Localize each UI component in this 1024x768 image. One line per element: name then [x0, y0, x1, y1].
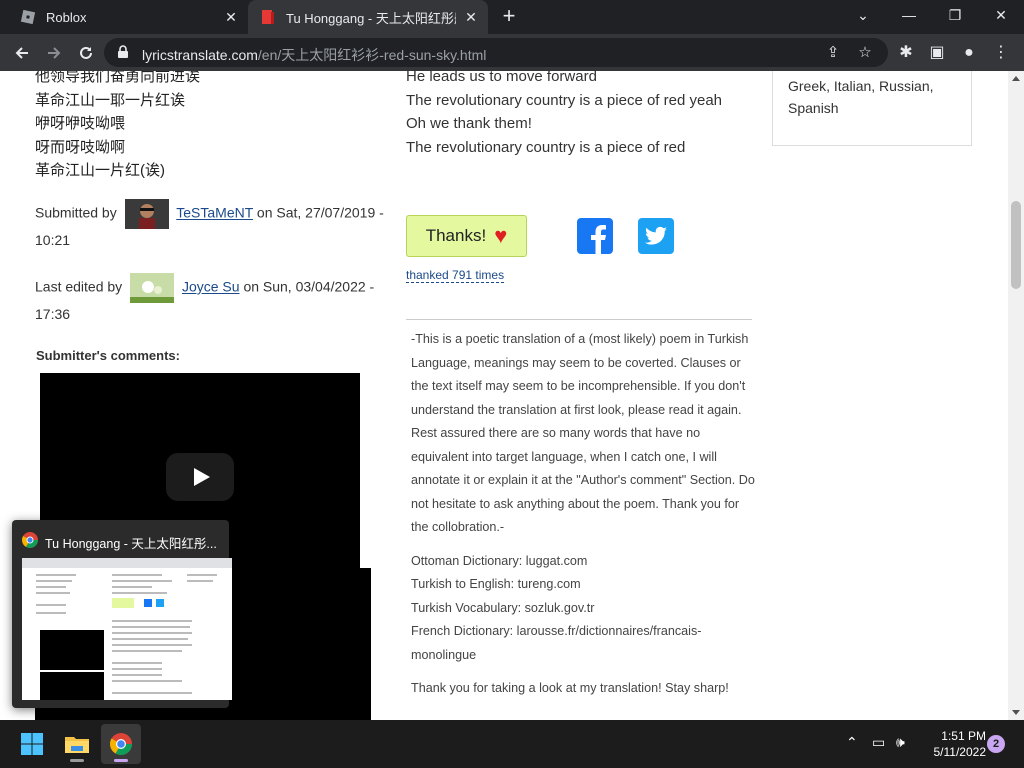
chrome-icon	[110, 733, 132, 755]
chrome-taskbar-button[interactable]	[101, 724, 141, 764]
lyric-line: 他领导我们奋勇向前进诶	[35, 71, 201, 85]
facebook-logo-icon	[591, 225, 606, 254]
windows-taskbar: ⌃ ▭ 🕪 1:51 PM 5/11/2022 2	[0, 720, 1024, 768]
screen: Roblox ✕ Tu Honggang - 天上太阳红彤彤 ✕ + ⌄ — ❐…	[0, 0, 1024, 768]
editor-avatar[interactable]	[130, 273, 175, 303]
tab-search-button[interactable]: ⌄	[840, 0, 886, 34]
browser-toolbar: lyricstranslate.com/en/天上太阳红衫衫-red-sun-s…	[0, 34, 1024, 71]
scroll-up-arrow-icon[interactable]	[1012, 76, 1020, 81]
lyric-line: The revolutionary country is a piece of …	[406, 91, 723, 109]
url-path: /en/天上太阳红衫衫-red-sun-sky.html	[257, 47, 487, 63]
file-explorer-button[interactable]	[57, 724, 97, 764]
network-icon[interactable]: ▭	[872, 734, 885, 751]
clock-time: 1:51 PM	[941, 729, 986, 743]
back-button[interactable]	[9, 40, 35, 66]
heart-icon: ♥	[494, 223, 508, 248]
folder-icon	[65, 737, 89, 753]
system-clock[interactable]: 1:51 PM 5/11/2022	[920, 728, 987, 760]
last-edited-by: Last edited by Joyce Su on Sun, 03/04/20…	[35, 273, 385, 325]
edited-by-label: Last edited by	[35, 278, 123, 295]
thanks-button[interactable]: Thanks! ♥	[406, 215, 527, 257]
reload-icon	[80, 46, 92, 59]
minimize-button[interactable]: —	[886, 0, 932, 34]
lock-icon	[118, 45, 128, 58]
tab-title: Roblox	[46, 9, 87, 25]
lyric-line: Oh we thank them!	[406, 115, 532, 132]
page-scrollbar[interactable]	[1008, 71, 1024, 720]
resource-line: Ottoman Dictionary: luggat.com	[411, 553, 588, 568]
submitted-by: Submitted by TeSTaMeNT on Sat, 27/07/201…	[35, 199, 385, 251]
url-text: lyricstranslate.com/en/天上太阳红衫衫-red-sun-s…	[142, 45, 486, 65]
preview-thumbnail	[22, 558, 232, 700]
lyricstranslate-favicon-icon	[262, 10, 274, 24]
submitter-avatar[interactable]	[124, 199, 169, 229]
preview-title: Tu Honggang - 天上太阳红彤...	[45, 537, 217, 551]
share-icon[interactable]: ⇪	[824, 44, 842, 62]
twitter-share-icon[interactable]	[638, 218, 674, 254]
lyric-line: He leads us to move forward	[406, 71, 597, 85]
extensions-icon[interactable]: ✱	[895, 42, 917, 64]
tab-title: Tu Honggang - 天上太阳红彤彤	[286, 10, 456, 26]
new-tab-button[interactable]: +	[498, 5, 520, 27]
tab-lyrics[interactable]: Tu Honggang - 天上太阳红彤彤 ✕	[248, 0, 488, 34]
resource-line: Turkish to English: tureng.com	[411, 577, 581, 591]
languages-box: Greek, Italian, Russian, Spanish	[772, 71, 972, 146]
forward-arrow-icon	[48, 47, 61, 59]
thanked-count-link[interactable]: thanked 791 times	[406, 268, 505, 283]
lyric-line: The revolutionary country is a piece of …	[406, 138, 686, 156]
clock-date: 5/11/2022	[933, 745, 987, 759]
notification-badge[interactable]: 2	[987, 735, 1005, 753]
show-hidden-icons-chevron-icon[interactable]: ⌃	[846, 734, 858, 751]
tab-strip: Roblox ✕ Tu Honggang - 天上太阳红彤彤 ✕ + ⌄ — ❐…	[0, 0, 1024, 34]
submitter-link[interactable]: TeSTaMeNT	[176, 205, 253, 221]
start-button[interactable]	[12, 724, 52, 764]
scroll-down-arrow-icon[interactable]	[1012, 710, 1020, 715]
divider	[406, 319, 752, 320]
editor-link[interactable]: Joyce Su	[182, 279, 240, 295]
resource-line: French Dictionary: larousse.fr/dictionna…	[411, 624, 702, 662]
original-lyrics: 他领导我们奋勇向前进诶 革命江山一耶一片红诶 咿呀咿吱呦喂 呀而呀吱呦啊 革命江…	[35, 71, 200, 183]
submitter-comments-heading: Submitter's comments:	[36, 348, 180, 363]
reload-button[interactable]	[73, 40, 99, 66]
lyric-line: 咿呀咿吱呦喂	[35, 115, 126, 132]
forward-button[interactable]	[41, 40, 67, 66]
facebook-share-icon[interactable]	[577, 218, 613, 254]
lyric-line: 革命江山一片红(诶)	[35, 162, 165, 179]
languages-text: Greek, Italian, Russian, Spanish	[788, 78, 934, 116]
back-arrow-icon	[15, 47, 28, 59]
translated-lyrics: He leads us to move forward The revoluti…	[406, 71, 722, 159]
comment-paragraph: -This is a poetic translation of a (most…	[411, 332, 755, 534]
volume-icon[interactable]: 🕪	[896, 734, 905, 751]
app-active-indicator	[114, 759, 128, 762]
roblox-favicon-icon	[20, 9, 36, 25]
profile-avatar-icon[interactable]: ●	[958, 42, 980, 64]
menu-kebab-icon[interactable]: ⋮	[990, 42, 1012, 64]
side-panel-icon[interactable]: ▣	[926, 42, 948, 64]
tab-roblox[interactable]: Roblox ✕	[8, 0, 248, 34]
taskbar-window-preview[interactable]: Tu Honggang - 天上太阳红彤...	[12, 520, 232, 708]
bookmark-star-icon[interactable]: ☆	[856, 44, 874, 62]
chrome-icon	[22, 532, 38, 548]
translator-comment: -This is a poetic translation of a (most…	[411, 328, 756, 701]
restore-button[interactable]: ❐	[932, 0, 978, 34]
twitter-bird-icon	[645, 226, 667, 245]
closing-line: Thank you for taking a look at my transl…	[411, 681, 729, 695]
close-window-button[interactable]: ✕	[978, 0, 1024, 34]
windows-logo-icon	[21, 733, 43, 755]
app-running-indicator	[70, 759, 84, 762]
play-button-icon[interactable]	[166, 453, 234, 501]
resource-line: Turkish Vocabulary: sozluk.gov.tr	[411, 600, 595, 615]
tab-close-icon[interactable]: ✕	[462, 8, 480, 26]
address-bar[interactable]: lyricstranslate.com/en/天上太阳红衫衫-red-sun-s…	[104, 38, 888, 67]
scrollbar-thumb[interactable]	[1011, 201, 1021, 289]
thanks-label: Thanks!	[425, 226, 487, 245]
preview-thumbnail-image	[22, 558, 232, 700]
url-host: lyricstranslate.com	[142, 47, 258, 63]
submitted-by-label: Submitted by	[35, 204, 117, 221]
lyric-line: 呀而呀吱呦啊	[35, 138, 126, 156]
lyric-line: 革命江山一耶一片红诶	[35, 91, 186, 109]
tab-close-icon[interactable]: ✕	[222, 8, 240, 26]
